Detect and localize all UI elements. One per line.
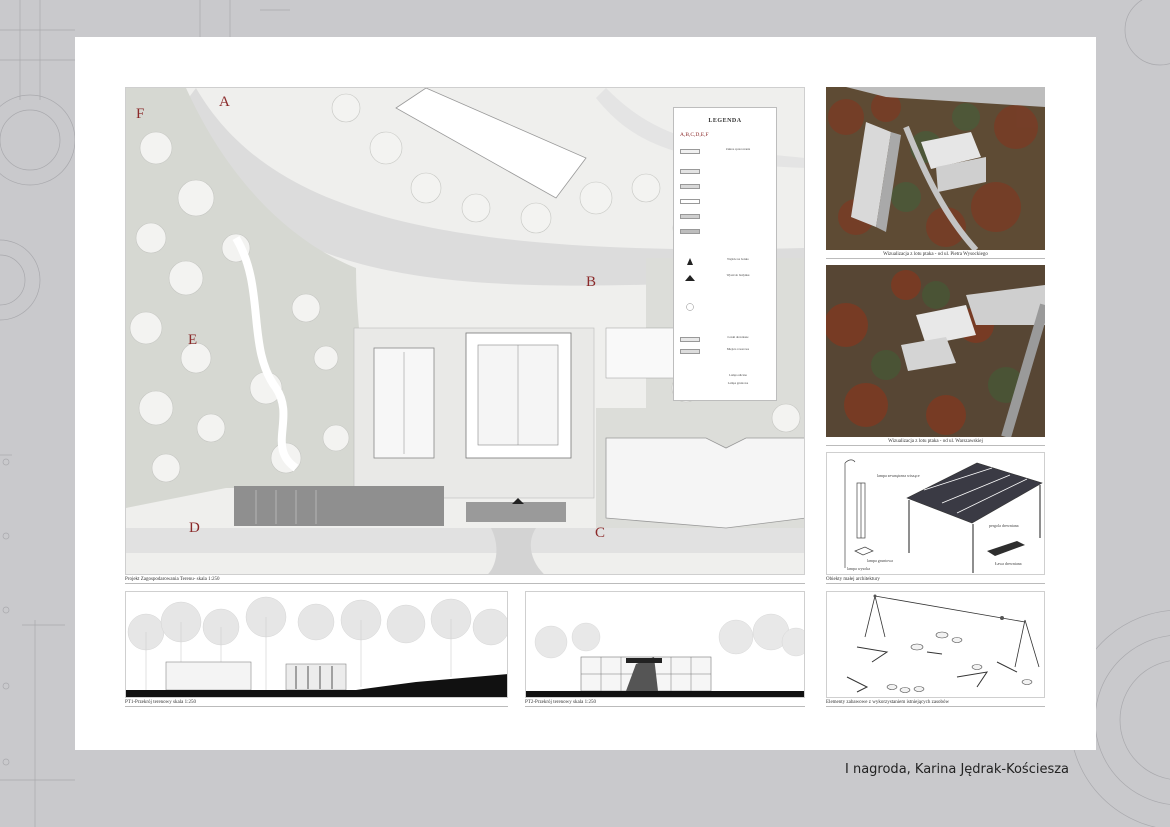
legend-title: LEGENDA <box>708 118 742 124</box>
legend-tree-icon <box>686 303 694 311</box>
legend-swatch-3 <box>680 184 700 189</box>
label-pergola: pergola drewniana <box>989 523 1019 528</box>
plan-letter-b: B <box>586 274 597 290</box>
legend-text-5: Miejsca rowerowe <box>726 347 750 351</box>
legend-arrow-icon <box>687 258 693 265</box>
legend-row-6 <box>680 228 772 236</box>
plan-letter-a: A <box>219 94 230 110</box>
legend-row-8: Wjazd do budynku <box>680 273 772 282</box>
objects-drawing <box>844 459 1043 573</box>
aerial-render-2-caption: Wizualizacja z lotu ptaka - od ul. Warsz… <box>826 439 1045 446</box>
objects-caption: Obiekty małej architektury <box>826 577 1045 584</box>
legend-text-4: Ławki drewniane <box>727 335 749 339</box>
aerial-render-1-image <box>826 87 1045 250</box>
legend-row-3 <box>680 183 772 191</box>
legend-text-1: Zakres opracowania <box>725 147 751 151</box>
section-pt2-drawing <box>526 613 804 697</box>
legend-box: LEGENDA A,B,C,D,E,F Zakres opracowania W… <box>673 107 777 401</box>
legend-row-4 <box>680 198 772 206</box>
aerial-render-2-image <box>826 265 1045 437</box>
legend-row-1: Zakres opracowania <box>680 147 772 156</box>
legend-row-9 <box>680 303 772 311</box>
plan-letter-d: D <box>189 520 200 536</box>
label-lamp-ground: lampa gruntowa <box>867 558 893 563</box>
play-elements-panel <box>826 591 1045 698</box>
legend-row-7: Wejście na boisko <box>680 257 772 266</box>
section-pt1-drawing <box>126 596 507 697</box>
legend-text-6: Lampa uliczna <box>729 373 747 377</box>
section-pt1-caption: PT1-Przekrój terenowy skala 1:250 <box>125 700 508 707</box>
legend-row-10: Ławki drewniane <box>680 335 772 344</box>
section-pt2 <box>525 591 805 698</box>
legend-swatch-7 <box>680 337 700 342</box>
legend-swatch-6 <box>680 229 700 234</box>
play-elements-caption: Elementy zabawowe z wykorzystaniem istni… <box>826 700 1045 707</box>
legend-text-7: Lampa gruntowa <box>727 381 749 385</box>
legend-swatch-4 <box>680 199 700 204</box>
legend-swatch-5 <box>680 214 700 219</box>
section-pt1 <box>125 591 508 698</box>
legend-triangle-icon <box>685 275 695 281</box>
site-plan-caption: Projekt Zagospodarowania Terenu- skala 1… <box>125 577 805 584</box>
legend-row-11: Miejsca rowerowe <box>680 347 772 356</box>
objects-panel: lampa zewnętrzna wiszące lampa gruntowa … <box>826 452 1045 575</box>
plan-letter-f: F <box>136 106 145 122</box>
legend-text-2: Wejście na boisko <box>727 257 749 261</box>
legend-swatch-1 <box>680 149 700 154</box>
award-credit: I nagroda, Karina Jędrak-Kościesza <box>845 762 1070 777</box>
aerial-render-1-caption: Wizualizacja z lotu ptaka - od ul. Pietr… <box>826 252 1045 259</box>
aerial-render-1 <box>826 87 1045 250</box>
label-lamp-street: lampa wysoka <box>847 566 870 571</box>
legend-row-13: Lampa gruntowa <box>680 381 772 390</box>
legend-row-5 <box>680 213 772 221</box>
legend-row-12: Lampa uliczna <box>680 373 772 382</box>
section-pt2-caption: PT2-Przekrój terenowy skala 1:250 <box>525 700 805 707</box>
legend-text-3: Wjazd do budynku <box>726 273 750 277</box>
legend-row-2 <box>680 168 772 176</box>
legend-letters: A,B,C,D,E,F <box>680 132 709 138</box>
aerial-render-2 <box>826 265 1045 437</box>
play-elements-drawing <box>846 594 1040 693</box>
label-lamp-recessed: lampa zewnętrzna wiszące <box>877 473 920 478</box>
plan-letter-c: C <box>595 525 606 541</box>
label-bench: Ława drewniana <box>995 561 1022 566</box>
plan-letter-e: E <box>188 332 198 348</box>
legend-swatch-2 <box>680 169 700 174</box>
legend-swatch-8 <box>680 349 700 354</box>
